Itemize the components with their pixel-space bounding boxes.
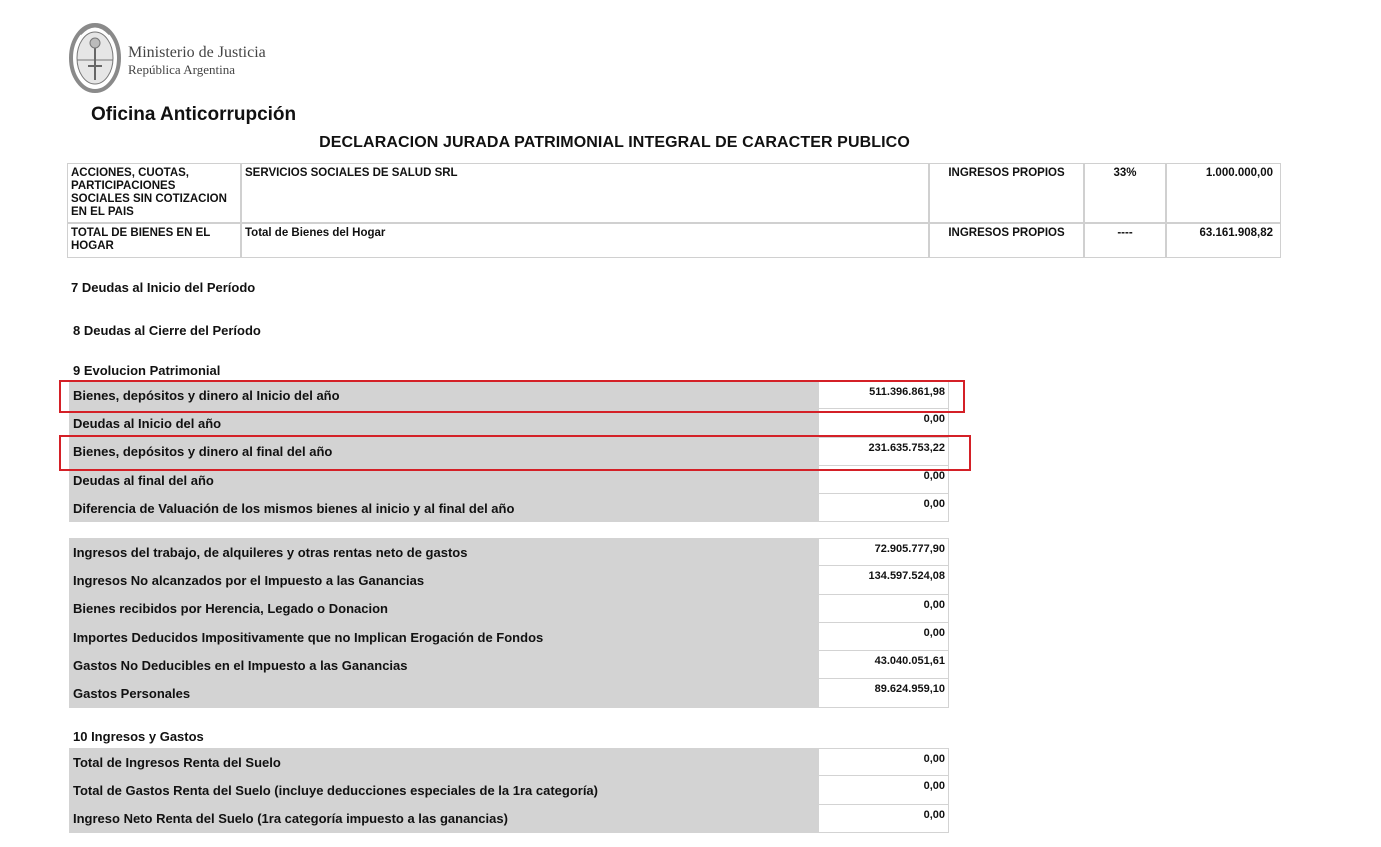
list-item: Gastos No Deducibles en el Impuesto a la…	[69, 651, 949, 680]
document-title: DECLARACION JURADA PATRIMONIAL INTEGRAL …	[319, 134, 910, 151]
asset-percent: 33%	[1084, 163, 1166, 223]
asset-origin: INGRESOS PROPIOS	[929, 163, 1084, 223]
list-item: Total de Ingresos Renta del Suelo 0,00	[69, 748, 949, 777]
row-label: Diferencia de Valuación de los mismos bi…	[69, 494, 818, 523]
highlight-box-end-assets	[59, 435, 971, 471]
row-label: Total de Ingresos Renta del Suelo	[69, 748, 818, 777]
row-value: 134.597.524,08	[818, 566, 949, 595]
row-label: Ingresos del trabajo, de alquileres y ot…	[69, 538, 818, 567]
list-item: Bienes recibidos por Herencia, Legado o …	[69, 594, 949, 623]
asset-amount: 63.161.908,82	[1166, 223, 1281, 258]
row-label: Ingreso Neto Renta del Suelo (1ra catego…	[69, 804, 818, 833]
row-value: 89.624.959,10	[818, 679, 949, 708]
assets-table: ACCIONES, CUOTAS, PARTICIPACIONES SOCIAL…	[67, 163, 1281, 258]
asset-origin: INGRESOS PROPIOS	[929, 223, 1084, 258]
list-item: Diferencia de Valuación de los mismos bi…	[69, 494, 949, 523]
list-item: Ingresos No alcanzados por el Impuesto a…	[69, 566, 949, 595]
row-label: Deudas al Inicio del año	[69, 409, 818, 438]
ministry-line1: Ministerio de Justicia	[128, 44, 266, 61]
list-item: Deudas al Inicio del año 0,00	[69, 409, 949, 438]
ministry-line2: República Argentina	[128, 62, 235, 77]
row-value: 0,00	[818, 622, 949, 652]
asset-description: SERVICIOS SOCIALES DE SALUD SRL	[241, 163, 929, 223]
table-row: TOTAL DE BIENES EN EL HOGAR Total de Bie…	[67, 223, 1281, 258]
list-item: Total de Gastos Renta del Suelo (incluye…	[69, 776, 949, 805]
list-item: Ingresos del trabajo, de alquileres y ot…	[69, 538, 949, 567]
ingresos-gastos-block: Total de Ingresos Renta del Suelo 0,00 To…	[69, 748, 949, 833]
section-9-heading: 9 Evolucion Patrimonial	[73, 363, 221, 378]
row-value: 0,00	[818, 748, 949, 777]
row-value: 0,00	[818, 804, 949, 833]
section-10-heading: 10 Ingresos y Gastos	[73, 729, 204, 744]
section-8-heading: 8 Deudas al Cierre del Período	[73, 323, 261, 338]
asset-type: ACCIONES, CUOTAS, PARTICIPACIONES SOCIAL…	[67, 163, 241, 223]
row-value: 0,00	[818, 494, 949, 523]
row-value: 0,00	[818, 409, 949, 438]
row-label: Gastos Personales	[69, 679, 818, 708]
row-label: Gastos No Deducibles en el Impuesto a la…	[69, 651, 818, 680]
asset-type: TOTAL DE BIENES EN EL HOGAR	[67, 223, 241, 258]
list-item: Ingreso Neto Renta del Suelo (1ra catego…	[69, 804, 949, 833]
evolucion-block-b: Ingresos del trabajo, de alquileres y ot…	[69, 538, 949, 708]
row-value: 43.040.051,61	[818, 651, 949, 680]
row-value: 0,00	[818, 594, 949, 623]
asset-percent: ----	[1084, 223, 1166, 258]
row-value: 72.905.777,90	[818, 538, 949, 567]
row-label: Bienes recibidos por Herencia, Legado o …	[69, 594, 818, 623]
row-label: Ingresos No alcanzados por el Impuesto a…	[69, 566, 818, 595]
row-label: Importes Deducidos Impositivamente que n…	[69, 622, 818, 652]
row-label: Total de Gastos Renta del Suelo (incluye…	[69, 776, 818, 805]
list-item: Importes Deducidos Impositivamente que n…	[69, 622, 949, 652]
asset-amount: 1.000.000,00	[1166, 163, 1281, 223]
coat-of-arms-logo	[69, 23, 121, 93]
row-value: 0,00	[818, 776, 949, 805]
list-item: Gastos Personales 89.624.959,10	[69, 679, 949, 708]
highlight-box-start-assets	[59, 380, 965, 413]
asset-description: Total de Bienes del Hogar	[241, 223, 929, 258]
ministry-name: Ministerio de Justicia República Argenti…	[128, 44, 266, 78]
office-title: Oficina Anticorrupción	[91, 104, 297, 125]
section-7-heading: 7 Deudas al Inicio del Período	[71, 280, 256, 295]
table-row: ACCIONES, CUOTAS, PARTICIPACIONES SOCIAL…	[67, 163, 1281, 223]
